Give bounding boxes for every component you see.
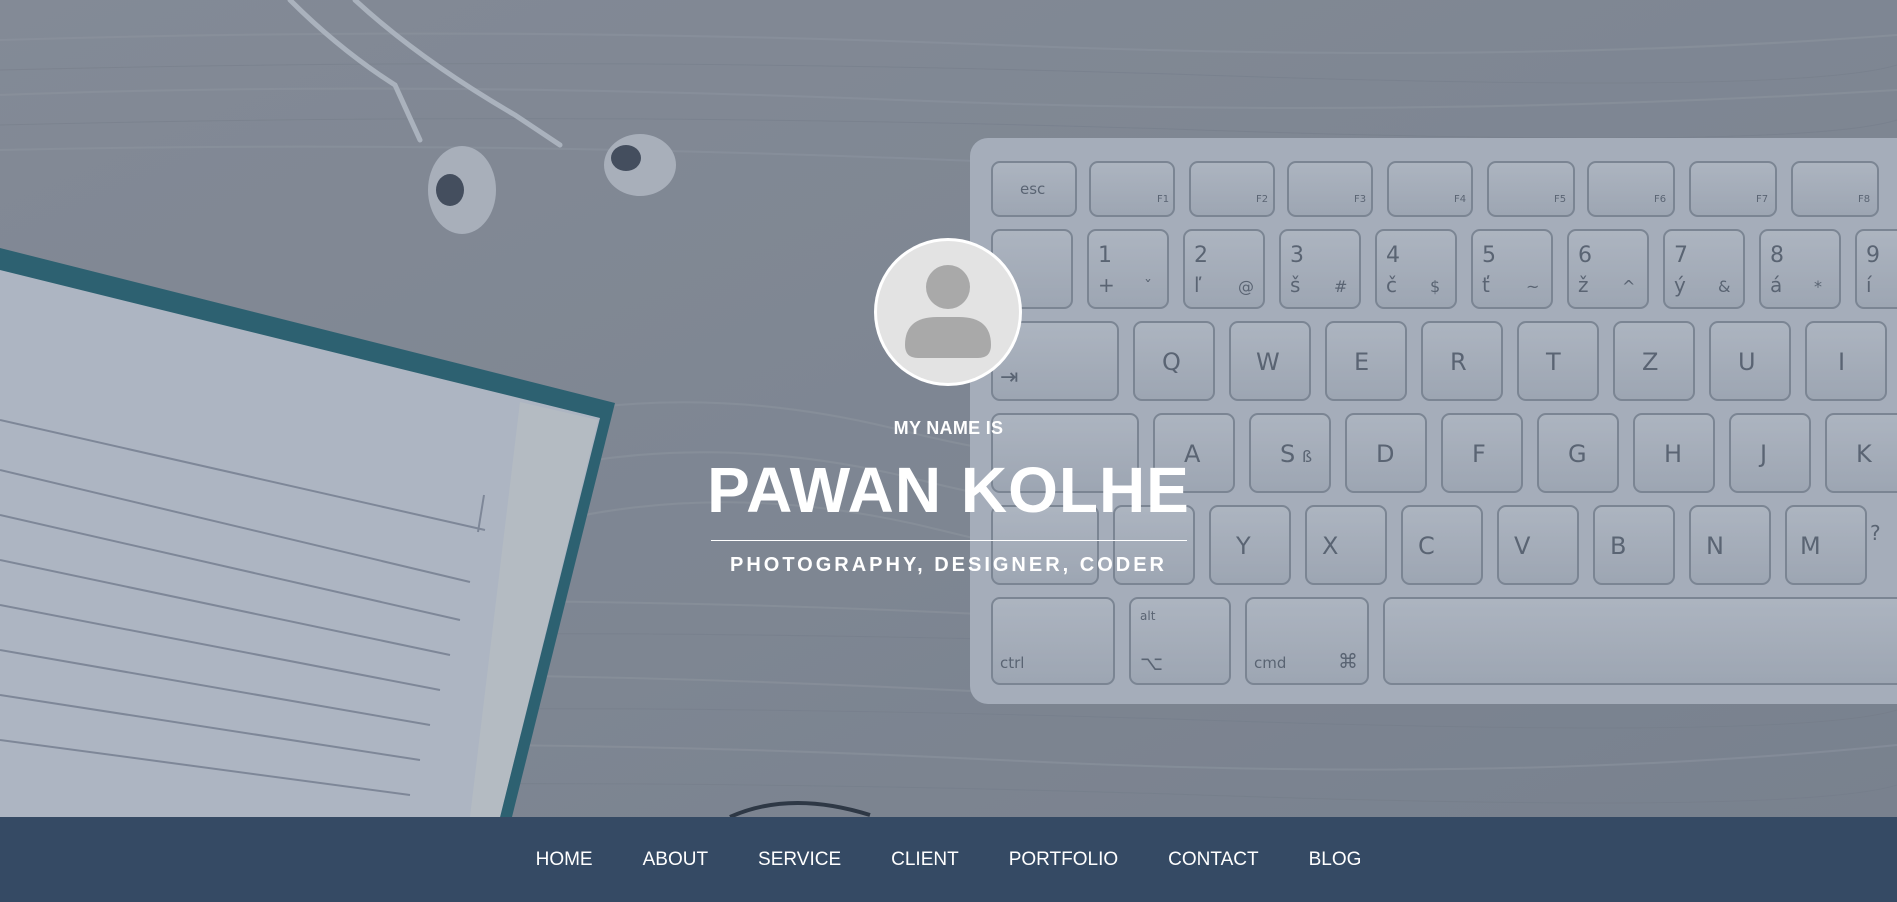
profile-block: MY NAME IS PAWAN KOLHE PHOTOGRAPHY, DESI… — [0, 0, 1897, 817]
nav-item-contact[interactable]: CONTACT — [1143, 849, 1283, 871]
user-icon — [905, 265, 991, 358]
profile-name: PAWAN KOLHE — [707, 454, 1190, 526]
nav-item-client[interactable]: CLIENT — [866, 849, 984, 871]
nav-item-service[interactable]: SERVICE — [733, 849, 866, 871]
nav-item-portfolio[interactable]: PORTFOLIO — [984, 849, 1143, 871]
nav-item-home[interactable]: HOME — [511, 849, 618, 871]
profile-tagline: PHOTOGRAPHY, DESIGNER, CODER — [729, 554, 1168, 576]
hero-section: esc ctrl alt cmd ⌘ ⌥ ⇥ F1 F2 F3 F4 F5 F6… — [0, 0, 1897, 817]
page: esc ctrl alt cmd ⌘ ⌥ ⇥ F1 F2 F3 F4 F5 F6… — [0, 0, 1897, 902]
nav-item-about[interactable]: ABOUT — [618, 849, 733, 871]
profile-avatar — [874, 238, 1022, 386]
nav-list: HOME ABOUT SERVICE CLIENT PORTFOLIO CONT… — [511, 849, 1387, 871]
profile-intro: MY NAME IS — [893, 418, 1004, 438]
name-divider — [711, 540, 1187, 541]
avatar-placeholder — [877, 241, 1019, 383]
main-navbar: HOME ABOUT SERVICE CLIENT PORTFOLIO CONT… — [0, 817, 1897, 902]
nav-item-blog[interactable]: BLOG — [1284, 849, 1387, 871]
